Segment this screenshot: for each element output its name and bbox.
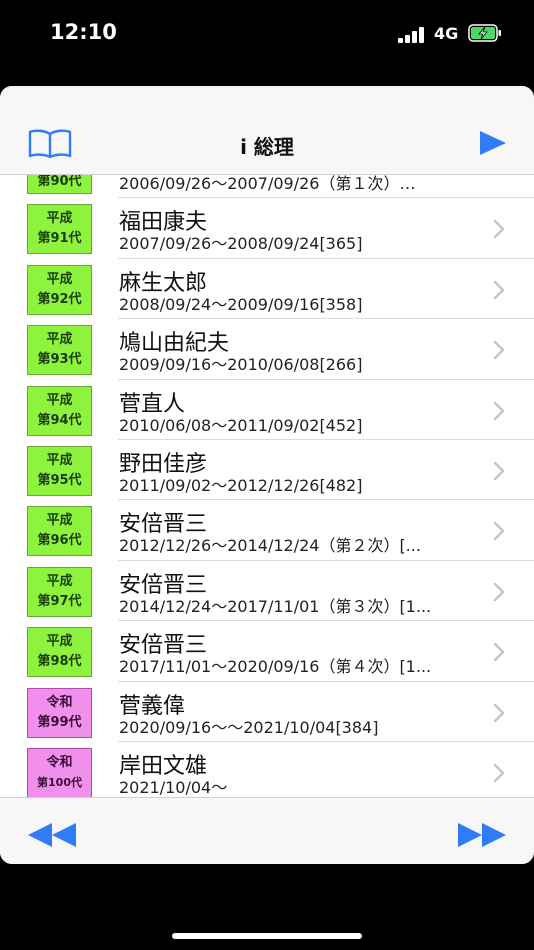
- term-period: 2009/09/16～2010/06/08[266]: [119, 355, 363, 375]
- era-badge: 平成第98代: [27, 627, 92, 678]
- era-badge: 平成第93代: [27, 325, 92, 376]
- era-badge: 平成第96代: [27, 506, 92, 557]
- era-badge: 平成第92代: [27, 264, 92, 315]
- era-label: 平成: [46, 573, 73, 589]
- era-badge: 平成第95代: [27, 445, 92, 496]
- era-badge: 平成第91代: [27, 204, 92, 255]
- list-item[interactable]: 平成 第98代 安倍晋三 2017/11/01～2020/09/16（第４次）[1..…: [0, 621, 534, 682]
- era-badge: 平成第94代: [27, 385, 92, 436]
- era-badge: 第90代: [27, 175, 92, 194]
- bottom-toolbar: [0, 797, 534, 864]
- list-item-partial[interactable]: 第90代 2006/09/26～2007/09/26（第１次）…: [0, 175, 534, 199]
- fast-forward-icon[interactable]: [456, 822, 508, 848]
- term-period: 2011/09/02～2012/12/26[482]: [119, 475, 363, 495]
- era-badge: 令和第99代: [27, 687, 92, 738]
- navigation-bar: i 総理: [0, 86, 534, 175]
- chevron-right-icon: [493, 642, 505, 662]
- term-period: 2006/09/26～2007/09/26（第１次）…: [119, 175, 416, 193]
- term-period: 2012/12/26～2014/12/24（第２次）[...: [119, 536, 421, 556]
- generation-label: 第98代: [37, 654, 82, 670]
- era-label: 平成: [46, 271, 73, 287]
- era-badge: 平成第97代: [27, 566, 92, 617]
- era-label: 平成: [46, 634, 73, 650]
- chevron-right-icon: [493, 522, 505, 541]
- term-period: 2017/11/01～2020/09/16（第４次）[1...: [119, 657, 432, 677]
- term-period: 2010/06/08～2011/09/02[452]: [119, 415, 363, 435]
- list-item[interactable]: 令和 第99代 菅義偉 2020/09/16～～2021/10/04[384]: [0, 682, 534, 742]
- term-period: 2021/10/04～: [119, 777, 228, 797]
- signal-icon: [398, 27, 426, 43]
- chevron-right-icon: [493, 340, 505, 360]
- era-label: 平成: [46, 513, 73, 529]
- chevron-right-icon: [493, 220, 505, 239]
- prime-minister-list[interactable]: 第90代 2006/09/26～2007/09/26（第１次）… 平成 第91代 福田康…: [0, 175, 534, 797]
- chevron-right-icon: [493, 461, 505, 481]
- list-item[interactable]: 平成 第96代 安倍晋三 2012/12/26～2014/12/24（第２次）[...: [0, 500, 534, 561]
- generation-label: 第92代: [37, 291, 82, 307]
- generation-label: 第91代: [37, 231, 82, 247]
- generation-label: 第93代: [37, 352, 82, 368]
- list-item[interactable]: 平成 第94代 菅直人 2010/06/08～2011/09/02[452]: [0, 380, 534, 440]
- era-label: 平成: [46, 392, 73, 408]
- home-indicator: [172, 933, 362, 939]
- rewind-icon[interactable]: [26, 822, 78, 848]
- list-item[interactable]: 平成 第93代 鳩山由紀夫 2009/09/16～2010/06/08[266]: [0, 319, 534, 380]
- chevron-right-icon: [493, 703, 505, 722]
- generation-label: 第100代: [37, 775, 82, 789]
- list-item[interactable]: 平成 第95代 野田佳彦 2011/09/02～2012/12/26[482]: [0, 440, 534, 501]
- generation-label: 第96代: [37, 533, 82, 549]
- list-item[interactable]: 平成 第91代 福田康夫 2007/09/26～2008/09/24[365]: [0, 198, 534, 259]
- era-label: 令和: [46, 754, 73, 770]
- network-label: 4G: [434, 24, 459, 43]
- generation-label: 第94代: [37, 412, 82, 428]
- term-period: 2008/09/24～2009/09/16[358]: [119, 294, 363, 314]
- generation-label: 第97代: [37, 593, 82, 609]
- battery-icon: [468, 24, 501, 42]
- list-item[interactable]: 平成 第92代 麻生太郎 2008/09/24～2009/09/16[358]: [0, 259, 534, 320]
- generation-label: 第95代: [37, 472, 82, 488]
- chevron-right-icon: [493, 763, 505, 783]
- chevron-right-icon: [493, 401, 505, 420]
- era-label: 平成: [46, 332, 73, 348]
- status-time: 12:10: [50, 20, 117, 44]
- era-label: 平成: [46, 452, 73, 468]
- list-item[interactable]: 平成 第97代 安倍晋三 2014/12/24～2017/11/01（第３次）[1..…: [0, 561, 534, 622]
- chevron-right-icon: [493, 280, 505, 299]
- era-label: 平成: [46, 211, 73, 227]
- chevron-right-icon: [493, 582, 505, 601]
- app-sheet: i 総理 第90代 2006/09/26～2007/09/26（第１次）… 平成 第9…: [0, 86, 534, 864]
- era-label: 令和: [46, 694, 73, 710]
- term-period: 2007/09/26～2008/09/24[365]: [119, 234, 363, 254]
- list-item[interactable]: 令和 第100代 岸田文雄 2021/10/04～: [0, 742, 534, 797]
- term-period: 2014/12/24～2017/11/01（第３次）[1...: [119, 596, 432, 616]
- status-bar: 12:10 4G: [0, 0, 534, 70]
- play-icon[interactable]: [478, 130, 508, 156]
- page-title: i 総理: [240, 135, 294, 159]
- term-period: 2020/09/16～～2021/10/04[384]: [119, 717, 379, 737]
- generation-label: 第99代: [37, 714, 82, 730]
- era-badge: 令和第100代: [27, 747, 92, 797]
